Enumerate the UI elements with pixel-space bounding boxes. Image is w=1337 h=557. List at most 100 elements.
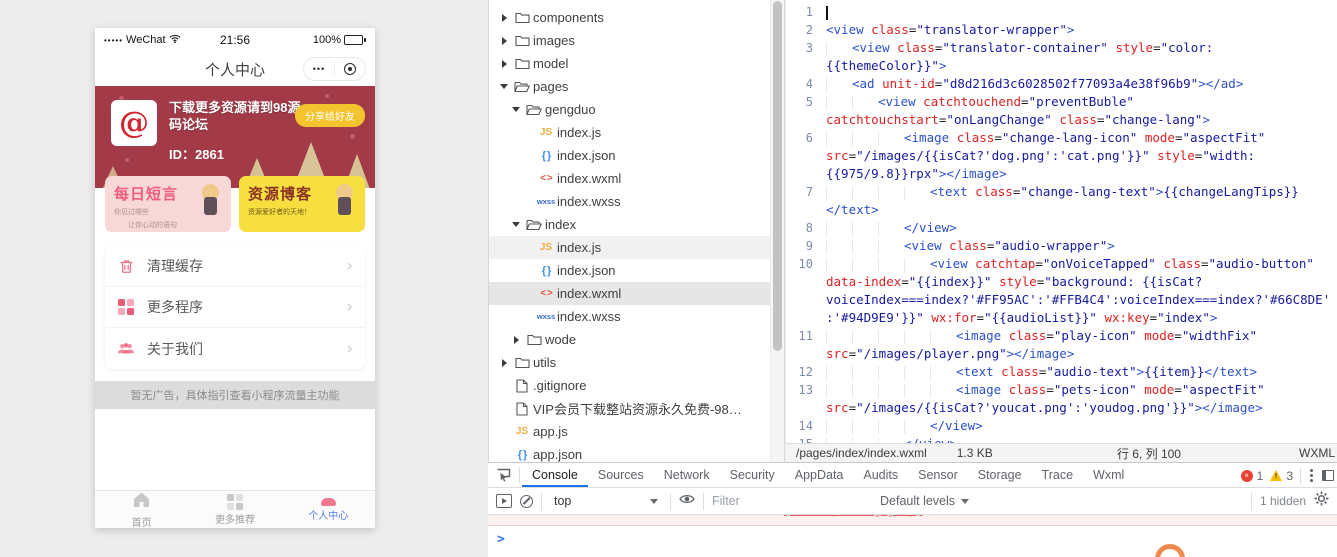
code-line-8[interactable]: 8</view> [786, 219, 1337, 237]
code-line-12[interactable]: 12<text class="audio-text">{{item}}</tex… [786, 363, 1337, 381]
promo-card-1[interactable]: 每日短言你见过哪些让你心动的语句 [105, 176, 231, 232]
tree-item-index.js[interactable]: JSindex.js [489, 121, 784, 144]
error-count[interactable]: 1 [1257, 469, 1264, 483]
tree-item-components[interactable]: components [489, 6, 784, 29]
filter-input[interactable] [712, 494, 872, 508]
prompt-chevron-icon: > [497, 532, 505, 547]
tabbar-item-个人中心[interactable]: 个人中心 [282, 491, 375, 528]
chevron-right-icon[interactable] [497, 37, 511, 45]
tree-scrollbar[interactable] [770, 0, 784, 462]
chevron-down-icon[interactable] [509, 222, 523, 227]
grid-icon [227, 494, 243, 510]
chevron-right-icon[interactable] [497, 60, 511, 68]
tab-audits[interactable]: Audits [853, 463, 908, 487]
promo-card-2[interactable]: 资源博客资源爱好者的天地！ [239, 176, 365, 232]
error-source-link[interactable]: (VM516 asdebug.js:1) [784, 515, 922, 517]
tabbar-item-label: 个人中心 [308, 507, 348, 522]
chevron-right-icon[interactable] [509, 336, 523, 344]
tab-console[interactable]: Console [522, 463, 588, 487]
clear-console-icon[interactable] [520, 495, 533, 508]
folder-icon [523, 333, 545, 346]
share-button[interactable]: 分享给好友 [295, 104, 365, 127]
scrollbar-thumb[interactable] [773, 1, 782, 351]
tabbar-item-更多推荐[interactable]: 更多推荐 [188, 491, 281, 528]
code-line-content [826, 3, 1337, 21]
tree-item-gengduo[interactable]: gengduo [489, 98, 784, 121]
more-menu-icon[interactable]: ••• [304, 64, 334, 74]
tab-security[interactable]: Security [720, 463, 785, 487]
context-selector[interactable]: top [550, 494, 662, 508]
code-line-11[interactable]: 11<image class="play-icon" mode="widthFi… [786, 327, 1337, 363]
tab-sensor[interactable]: Sensor [908, 463, 968, 487]
chevron-down-icon[interactable] [509, 107, 523, 112]
tree-item-index.js[interactable]: JSindex.js [489, 236, 784, 259]
code-line-5[interactable]: 5<view catchtouchend="preventBuble" catc… [786, 93, 1337, 129]
console-output[interactable]: at e.exports.<anonymous> (VM516 asdebug.… [488, 515, 1337, 557]
tabbar-item-首页[interactable]: 首页 [95, 491, 188, 528]
devtools-panel: ConsoleSourcesNetworkSecurityAppDataAudi… [488, 462, 1337, 557]
console-sidebar-icon[interactable] [496, 494, 512, 508]
code-line-7[interactable]: 7<text class="change-lang-text">{{change… [786, 183, 1337, 219]
menu-item-2[interactable]: 更多程序› [105, 287, 365, 328]
code-line-content: <text class="change-lang-text">{{changeL… [826, 183, 1337, 219]
inspect-element-icon[interactable] [488, 463, 519, 487]
wxss-icon: wxss [535, 312, 557, 321]
console-error-row[interactable]: at e.exports.<anonymous> (VM516 asdebug.… [488, 515, 1337, 526]
tree-item-model[interactable]: model [489, 52, 784, 75]
exit-target-icon[interactable] [335, 63, 365, 75]
tree-item-label: app.js [533, 424, 568, 439]
menu-item-1[interactable]: 清理缓存› [105, 246, 365, 287]
tree-item-wode[interactable]: wode [489, 328, 784, 351]
code-line-2[interactable]: 2<view class="translator-wrapper"> [786, 21, 1337, 39]
code-line-13[interactable]: 13<image class="pets-icon" mode="aspectF… [786, 381, 1337, 417]
capsule-menu[interactable]: ••• [303, 57, 366, 81]
kebab-menu-icon[interactable] [1308, 469, 1315, 482]
tree-item-.gitignore[interactable]: .gitignore [489, 374, 784, 397]
chevron-down-icon[interactable] [497, 84, 511, 89]
error-badge-icon[interactable]: × [1241, 470, 1253, 482]
tree-item-index.wxss[interactable]: wxssindex.wxss [489, 190, 784, 213]
code-line-6[interactable]: 6<image class="change-lang-icon" mode="a… [786, 129, 1337, 183]
tree-item-images[interactable]: images [489, 29, 784, 52]
code-editor[interactable]: 12<view class="translator-wrapper">3<vie… [786, 0, 1337, 443]
code-line-3[interactable]: 3<view class="translator-container" styl… [786, 39, 1337, 75]
chevron-right-icon[interactable] [497, 14, 511, 22]
phone-navbar: 个人中心 ••• [95, 52, 375, 86]
line-number: 11 [786, 327, 826, 363]
tree-item-index.wxml[interactable]: < >index.wxml [489, 167, 784, 190]
tree-item-app.json[interactable]: { }app.json [489, 443, 784, 462]
code-line-4[interactable]: 4<ad unit-id="d8d216d3c6028502f77093a4e3… [786, 75, 1337, 93]
console-settings-gear-icon[interactable] [1314, 491, 1329, 511]
tab-sources[interactable]: Sources [588, 463, 654, 487]
tree-item-index.wxss[interactable]: wxssindex.wxss [489, 305, 784, 328]
tab-wxml[interactable]: Wxml [1083, 463, 1134, 487]
tab-storage[interactable]: Storage [968, 463, 1032, 487]
warning-badge-icon[interactable]: ! [1270, 470, 1282, 481]
code-line-9[interactable]: 9<view class="audio-wrapper"> [786, 237, 1337, 255]
code-lines[interactable]: 12<view class="translator-wrapper">3<vie… [786, 0, 1337, 443]
chevron-right-icon: › [346, 339, 353, 359]
tree-item-VIP会员下载整站资源永久免费-98素材...[interactable]: VIP会员下载整站资源永久免费-98素材... [489, 397, 784, 420]
code-line-14[interactable]: 14</view> [786, 417, 1337, 435]
tab-appdata[interactable]: AppData [785, 463, 854, 487]
tab-network[interactable]: Network [654, 463, 720, 487]
tree-item-index.wxml[interactable]: < >index.wxml [489, 282, 784, 305]
console-prompt[interactable]: > [488, 526, 1337, 547]
tree-item-index.json[interactable]: { }index.json [489, 259, 784, 282]
code-line-1[interactable]: 1 [786, 3, 1337, 21]
dock-side-icon[interactable] [1322, 470, 1334, 481]
tab-trace[interactable]: Trace [1032, 463, 1084, 487]
tree-item-utils[interactable]: utils [489, 351, 784, 374]
chevron-right-icon[interactable] [497, 359, 511, 367]
tree-item-index[interactable]: index [489, 213, 784, 236]
warning-count[interactable]: 3 [1286, 469, 1293, 483]
menu-item-3[interactable]: 关于我们› [105, 328, 365, 369]
tree-item-app.js[interactable]: JSapp.js [489, 420, 784, 443]
code-line-content: <view catchtap="onVoiceTapped" class="au… [826, 255, 1337, 327]
tree-item-pages[interactable]: pages [489, 75, 784, 98]
code-line-15[interactable]: 15</view> [786, 435, 1337, 443]
eye-icon[interactable] [679, 492, 695, 510]
log-levels-selector[interactable]: Default levels [880, 494, 969, 508]
tree-item-index.json[interactable]: { }index.json [489, 144, 784, 167]
code-line-10[interactable]: 10<view catchtap="onVoiceTapped" class="… [786, 255, 1337, 327]
